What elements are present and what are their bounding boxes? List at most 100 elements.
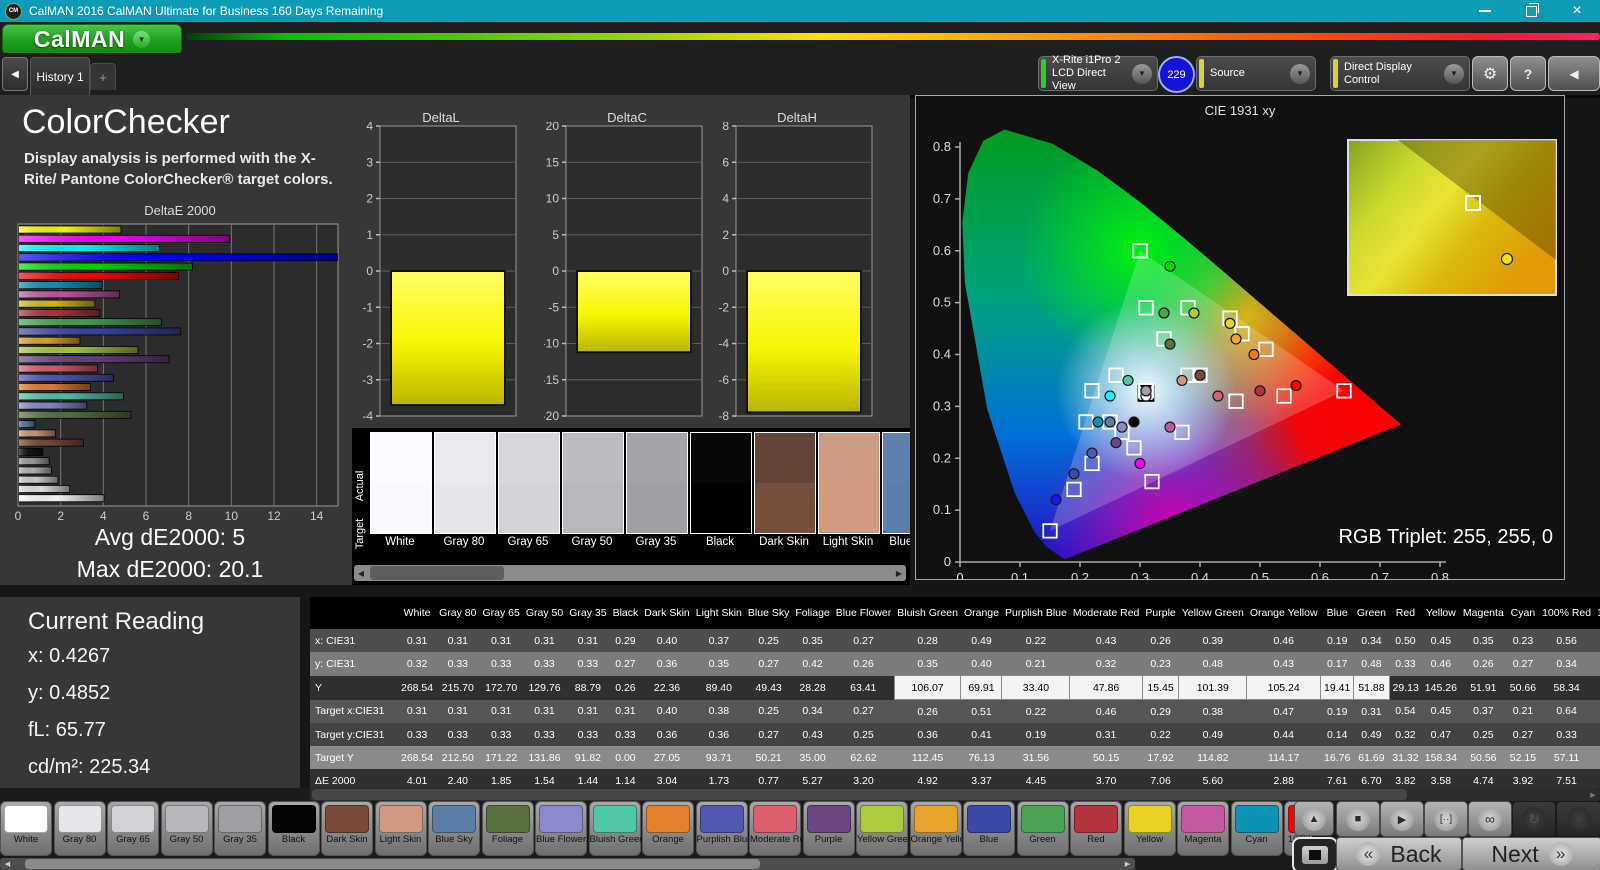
close-button[interactable]: × bbox=[1554, 0, 1600, 22]
patch-button-bluish-green[interactable]: Bluish Green bbox=[589, 801, 641, 856]
patch-swatch bbox=[967, 805, 1011, 833]
actual-swatch bbox=[627, 433, 687, 483]
patch-swatch bbox=[1128, 805, 1172, 833]
table-scrollbar-thumb[interactable] bbox=[312, 789, 1407, 800]
deltae-x-tick: 2 bbox=[57, 509, 64, 523]
display-control-dropdown[interactable]: Direct Display Control ▼ bbox=[1330, 56, 1470, 91]
table-cell: 0.35 bbox=[693, 652, 745, 676]
stop-button[interactable]: ■ bbox=[1336, 801, 1380, 837]
deltae-chart-title: DeltaE 2000 bbox=[14, 203, 346, 218]
patch-button-black[interactable]: Black bbox=[268, 801, 320, 856]
patch-label: Blue Flower bbox=[536, 835, 586, 845]
patch-button-gray-80[interactable]: Gray 80 bbox=[54, 801, 106, 856]
tab-history-1[interactable]: History 1 bbox=[30, 57, 90, 95]
patch-button-purplish-blue[interactable]: Purplish Blue bbox=[696, 801, 748, 856]
deltaL-y-tick: 3 bbox=[366, 155, 373, 169]
record-button[interactable] bbox=[1556, 801, 1600, 837]
collapse-panel-button[interactable]: ◀ bbox=[1548, 56, 1600, 91]
patch-button-dark-skin[interactable]: Dark Skin bbox=[321, 801, 373, 856]
scroll-left-icon[interactable]: ◀ bbox=[354, 565, 368, 581]
table-col-header-gray-50: Gray 50 bbox=[523, 597, 566, 629]
add-tab-button[interactable]: + bbox=[90, 63, 116, 90]
measured-marker-11 bbox=[1123, 375, 1133, 385]
patch-button-orange-yellow[interactable]: Orange Yellow bbox=[910, 801, 962, 856]
patch-button-purple[interactable]: Purple bbox=[803, 801, 855, 856]
help-button[interactable]: ? bbox=[1510, 56, 1546, 91]
scroll-left-icon[interactable]: ◀ bbox=[1, 858, 14, 870]
meter-dropdown[interactable]: X-Rite i1Pro 2 LCD Direct View ▼ bbox=[1038, 56, 1158, 91]
calman-menu-button[interactable]: CalMAN ▼ bbox=[2, 24, 182, 55]
collapse-up-button[interactable]: ▲ bbox=[1294, 801, 1334, 836]
next-button[interactable]: Next » bbox=[1462, 837, 1600, 870]
patch-button-white[interactable]: White bbox=[0, 801, 52, 856]
patch-button-blue-flower[interactable]: Blue Flower bbox=[535, 801, 587, 856]
actual-swatch bbox=[563, 433, 623, 483]
patch-button-yellow[interactable]: Yellow bbox=[1124, 801, 1176, 856]
continuous-measure-button[interactable]: ∞ bbox=[1468, 801, 1512, 837]
patch-button-light-skin[interactable]: Light Skin bbox=[375, 801, 427, 856]
table-cell: 268.54 bbox=[398, 676, 436, 700]
table-cell: 22.36 bbox=[641, 676, 693, 700]
strip-patch-gray-35 bbox=[626, 432, 688, 534]
patch-button-yellow-green[interactable]: Yellow Green bbox=[856, 801, 908, 856]
strip-scrollbar-thumb[interactable] bbox=[370, 566, 504, 580]
patch-label: Cyan bbox=[1232, 835, 1282, 845]
scroll-right-icon[interactable]: ▶ bbox=[1587, 788, 1599, 801]
patch-button-foliage[interactable]: Foliage bbox=[482, 801, 534, 856]
patch-button-gray-65[interactable]: Gray 65 bbox=[107, 801, 159, 856]
measure-series-button[interactable]: [··] bbox=[1424, 801, 1468, 837]
patch-button-gray-35[interactable]: Gray 35 bbox=[214, 801, 266, 856]
minimize-button[interactable] bbox=[1462, 0, 1508, 22]
tab-nav-button[interactable]: ◀ bbox=[2, 57, 28, 91]
table-scrollbar[interactable]: ▶ bbox=[310, 788, 1600, 801]
table-cell: 0.45 bbox=[1422, 700, 1460, 724]
patch-swatch bbox=[218, 805, 262, 833]
patch-label: Gray 65 bbox=[108, 835, 158, 845]
table-cell: 0.31 bbox=[479, 700, 522, 724]
table-col-header-moderate-red: Moderate Red bbox=[1070, 597, 1143, 629]
patch-button-orange[interactable]: Orange bbox=[642, 801, 694, 856]
patch-label: Blue bbox=[964, 835, 1014, 845]
patch-button-magenta[interactable]: Magenta bbox=[1177, 801, 1229, 856]
scroll-right-icon[interactable]: ▶ bbox=[1121, 858, 1134, 870]
patch-button-moderate-red[interactable]: Moderate Red bbox=[749, 801, 801, 856]
play-button[interactable]: ▶ bbox=[1380, 801, 1424, 837]
patch-button-red[interactable]: Red bbox=[1070, 801, 1122, 856]
deltaC-bar bbox=[577, 271, 691, 352]
patch-button-blue-sky[interactable]: Blue Sky bbox=[428, 801, 480, 856]
patch-label: Gray 35 bbox=[215, 835, 265, 845]
back-button[interactable]: « Back bbox=[1336, 837, 1462, 870]
stop-measure-button[interactable] bbox=[1292, 837, 1338, 870]
deltaH-y-tick: -4 bbox=[718, 337, 729, 351]
table-cell: 15.45 bbox=[1142, 676, 1178, 700]
patch-button-gray-50[interactable]: Gray 50 bbox=[161, 801, 213, 856]
patch-label: Bluish Green bbox=[590, 835, 640, 845]
deltae-x-tick: 4 bbox=[100, 509, 107, 523]
meter-count-badge[interactable]: 229 bbox=[1158, 56, 1195, 93]
patch-swatch bbox=[58, 805, 102, 833]
scroll-right-icon[interactable]: ▶ bbox=[892, 565, 906, 581]
refresh-button[interactable]: ↻ bbox=[1512, 801, 1556, 837]
target-swatch bbox=[691, 483, 751, 533]
table-cell: 0.33 bbox=[610, 723, 642, 746]
strip-scrollbar[interactable]: ◀ ▶ bbox=[354, 565, 906, 581]
source-dropdown[interactable]: Source ▼ bbox=[1196, 56, 1316, 91]
table-cell: 0.42 bbox=[792, 652, 832, 676]
measured-marker-14 bbox=[1213, 391, 1223, 401]
reading-cdm2: cd/m²: 225.34 bbox=[28, 756, 150, 779]
patch-button-cyan[interactable]: Cyan bbox=[1231, 801, 1283, 856]
strip-patch-gray-80 bbox=[434, 432, 496, 534]
table-col-header-yellow: Yellow bbox=[1422, 597, 1460, 629]
patch-row-scrollbar[interactable]: ◀ ▶ bbox=[0, 858, 1135, 870]
restore-button[interactable] bbox=[1508, 0, 1554, 22]
settings-button[interactable]: ⚙ bbox=[1472, 56, 1508, 91]
table-cell: 0.33 bbox=[523, 652, 566, 676]
patch-button-green[interactable]: Green bbox=[1017, 801, 1069, 856]
deltaH-y-tick: 0 bbox=[722, 264, 729, 278]
table-cell: 192.05 bbox=[1594, 746, 1600, 769]
patch-button-blue[interactable]: Blue bbox=[963, 801, 1015, 856]
patch-row-scrollbar-thumb[interactable] bbox=[25, 859, 760, 869]
table-col-header-gray-80: Gray 80 bbox=[436, 597, 479, 629]
table-cell: 145.26 bbox=[1422, 676, 1460, 700]
cie-y-tick: 0.5 bbox=[933, 295, 951, 310]
